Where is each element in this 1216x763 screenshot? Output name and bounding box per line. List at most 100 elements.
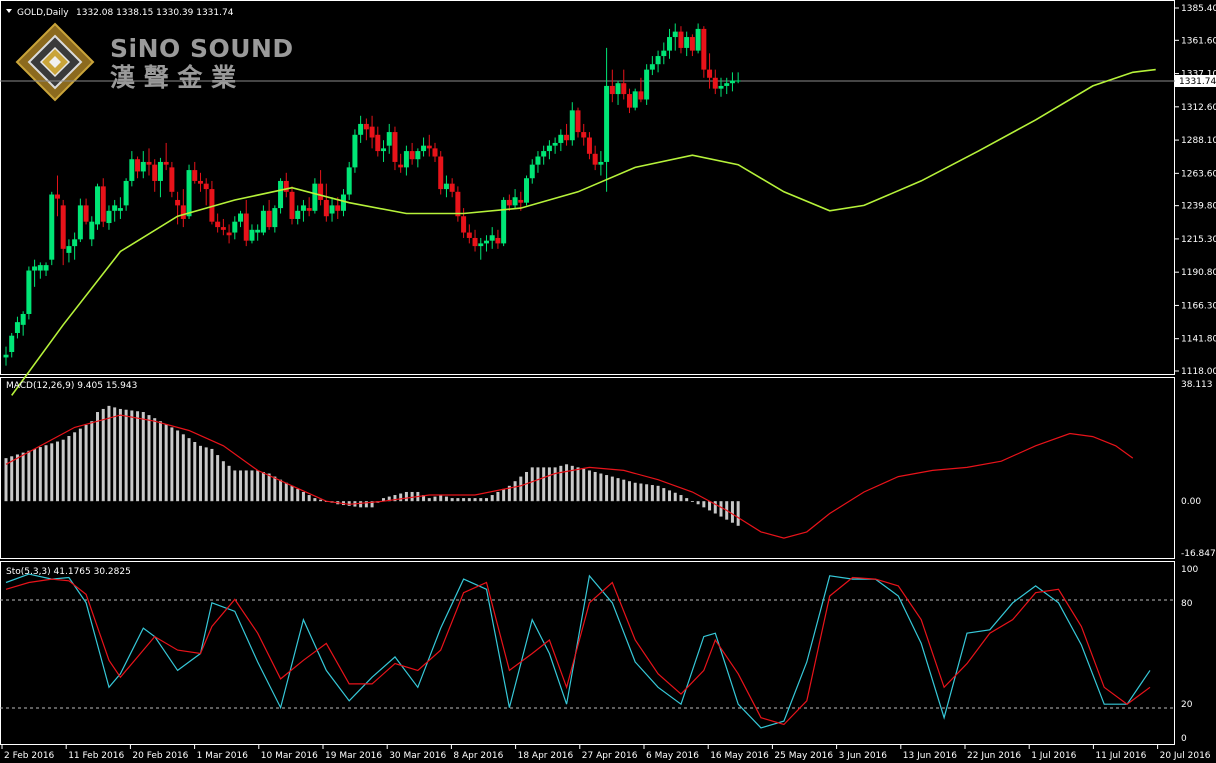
date-tick-label: 11 Jul 2016 xyxy=(1095,751,1146,761)
date-tick-label: 22 Jun 2016 xyxy=(967,751,1021,761)
macd-bar xyxy=(559,465,563,502)
macd-bar xyxy=(73,432,77,502)
bear-candle xyxy=(638,91,644,100)
bear-candle xyxy=(506,199,512,206)
macd-bar xyxy=(170,427,174,502)
date-tick-label: 30 Mar 2016 xyxy=(389,751,446,761)
bull-candle xyxy=(718,85,724,89)
bull-candle xyxy=(598,161,604,165)
bull-candle xyxy=(546,145,552,152)
date-tick-label: 8 Apr 2016 xyxy=(453,751,503,761)
bull-candle xyxy=(415,151,421,160)
date-tick-label: 1 Jul 2016 xyxy=(1031,751,1076,761)
macd-bar xyxy=(261,471,265,502)
bear-candle xyxy=(564,134,570,141)
bull-candle xyxy=(512,197,518,206)
macd-bar xyxy=(15,454,19,502)
macd-bar xyxy=(673,492,677,502)
bull-candle xyxy=(558,134,564,143)
macd-bar xyxy=(668,490,672,502)
macd-bar xyxy=(484,498,488,502)
bull-candle xyxy=(238,213,244,222)
bear-candle xyxy=(575,110,581,133)
stoch-tick-label: 0 xyxy=(1181,734,1187,744)
date-tick-label: 1 Mar 2016 xyxy=(197,751,249,761)
macd-bar xyxy=(490,495,494,502)
bull-candle xyxy=(358,123,364,135)
bear-candle xyxy=(197,180,203,184)
macd-bar xyxy=(462,498,466,502)
bull-candle xyxy=(123,180,129,206)
bull-candle xyxy=(352,134,358,168)
bear-candle xyxy=(392,132,398,162)
bull-candle xyxy=(649,64,655,70)
macd-bar xyxy=(67,436,71,502)
stoch-tick-label: 20 xyxy=(1181,700,1193,710)
macd-bar xyxy=(587,470,591,502)
macd-bar xyxy=(736,501,740,526)
macd-bar xyxy=(113,407,117,502)
macd-bar xyxy=(141,412,145,502)
macd-bar xyxy=(216,455,220,502)
bull-candle xyxy=(3,354,9,358)
bull-candle xyxy=(684,37,690,48)
bull-candle xyxy=(49,194,55,260)
bull-candle xyxy=(541,151,547,157)
bear-candle xyxy=(701,28,707,70)
trading-chart[interactable]: SiNO SOUND 漢 聲 金 業 GOLD,Daily 1332.08 13… xyxy=(0,0,1216,763)
bear-candle xyxy=(363,123,369,130)
macd-bar xyxy=(639,483,643,502)
price-tick-label: 1166.30 xyxy=(1181,301,1216,311)
bull-candle xyxy=(37,265,43,271)
logo-name-en: SiNO SOUND xyxy=(110,34,294,63)
macd-bar xyxy=(233,470,237,502)
bear-candle xyxy=(586,137,592,154)
macd-bar xyxy=(690,501,694,502)
macd-tick-label: 0.00 xyxy=(1181,497,1201,507)
macd-bar xyxy=(433,496,437,502)
macd-bar xyxy=(622,479,626,502)
macd-bar xyxy=(582,468,586,502)
bear-candle xyxy=(226,232,232,236)
macd-bar xyxy=(4,458,8,502)
bull-candle xyxy=(524,178,530,203)
macd-bar xyxy=(347,501,351,506)
macd-bar xyxy=(210,448,214,502)
bull-candle xyxy=(20,313,26,325)
macd-bar xyxy=(696,501,700,505)
bear-candle xyxy=(192,170,198,181)
bear-candle xyxy=(398,164,404,168)
date-tick-label: 6 May 2016 xyxy=(646,751,699,761)
bull-candle xyxy=(9,335,15,352)
bear-candle xyxy=(375,134,381,152)
bear-candle xyxy=(220,227,226,230)
macd-bar xyxy=(21,452,25,502)
price-tick-label: 1190.80 xyxy=(1181,268,1216,278)
price-tick-label: 1385.40 xyxy=(1181,4,1216,14)
macd-bar xyxy=(250,470,254,502)
bull-candle xyxy=(32,266,38,271)
bull-candle xyxy=(695,28,701,51)
macd-bar xyxy=(427,498,431,502)
bear-candle xyxy=(466,232,472,238)
date-tick-label: 27 Apr 2016 xyxy=(582,751,638,761)
bear-candle xyxy=(169,167,175,192)
bull-candle xyxy=(501,199,507,244)
macd-bar xyxy=(576,467,580,502)
macd-bar xyxy=(204,447,208,502)
macd-bar xyxy=(599,473,603,502)
bull-candle xyxy=(89,221,95,240)
bear-candle xyxy=(712,77,718,89)
macd-tick-label: -16.847 xyxy=(1181,549,1216,559)
bear-candle xyxy=(266,210,272,228)
macd-bar xyxy=(650,485,654,502)
bear-candle xyxy=(426,145,432,149)
bear-candle xyxy=(495,237,501,244)
macd-bar xyxy=(124,409,128,502)
price-tick-label: 1361.60 xyxy=(1181,36,1216,46)
bear-candle xyxy=(203,183,209,190)
macd-bar xyxy=(553,467,557,502)
bull-candle xyxy=(529,164,535,179)
bear-candle xyxy=(409,151,415,160)
macd-bar xyxy=(502,488,506,502)
